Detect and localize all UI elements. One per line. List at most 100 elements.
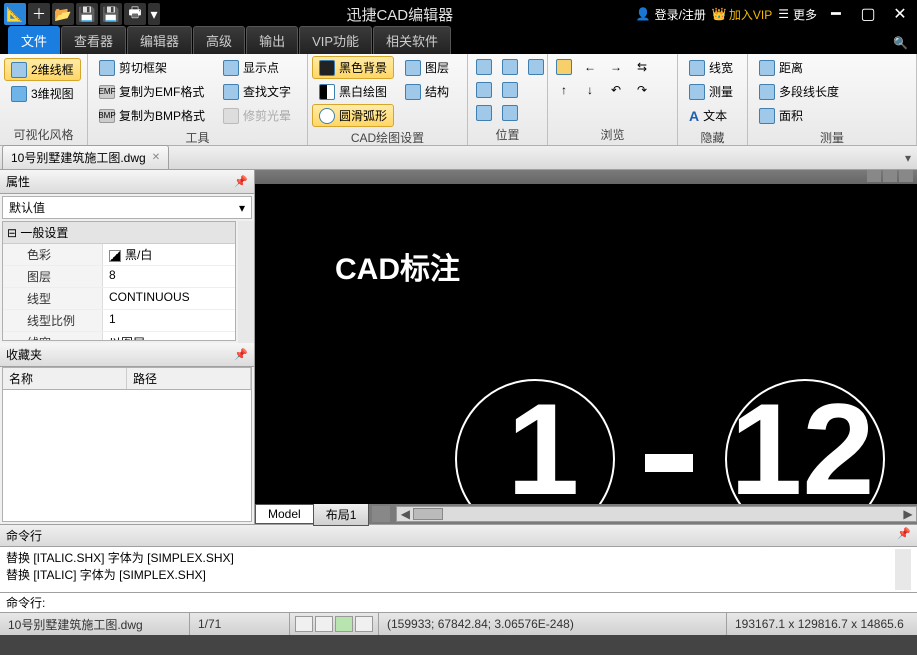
btn-distance[interactable]: 距离 bbox=[752, 56, 846, 79]
properties-table[interactable]: ⊟ 一般设置 色彩黑/白图层8线型CONTINUOUS线型比例1线宽以图层 bbox=[2, 221, 236, 341]
tab-file[interactable]: 文件 bbox=[8, 26, 60, 54]
print-icon[interactable]: 🖶 bbox=[124, 3, 146, 25]
btn-lineweight[interactable]: 线宽 bbox=[682, 56, 740, 79]
pos-btn-2[interactable] bbox=[498, 56, 522, 78]
maximize-button[interactable]: ▢ bbox=[855, 3, 881, 25]
btn-trim-halo[interactable]: 修剪光晕 bbox=[216, 104, 298, 127]
btn-find-text[interactable]: 查找文字 bbox=[216, 80, 298, 103]
pos-btn-1[interactable] bbox=[472, 56, 496, 78]
saveas-icon[interactable]: 💾 bbox=[100, 3, 122, 25]
canvas-min-icon[interactable] bbox=[867, 170, 881, 182]
command-log[interactable]: 替换 [ITALIC.SHX] 字体为 [SIMPLEX.SHX]替换 [ITA… bbox=[0, 547, 917, 593]
group-label-hide: 隐藏 bbox=[682, 127, 743, 148]
canvas-close-icon[interactable] bbox=[899, 170, 913, 182]
btn-smooth-arc[interactable]: 圆滑弧形 bbox=[312, 104, 394, 127]
pin-icon[interactable]: 📌 bbox=[234, 348, 248, 361]
new-icon[interactable]: ＋ bbox=[28, 3, 50, 25]
canvas-h-scrollbar[interactable]: ◀▶ bbox=[396, 506, 917, 522]
nav-btn-7[interactable]: ↶ bbox=[604, 79, 628, 101]
btn-copy-bmp[interactable]: BMP复制为BMP格式 bbox=[92, 104, 212, 127]
btn-2d-wireframe[interactable]: 2维线框 bbox=[4, 58, 81, 81]
nav-btn-5[interactable]: ↑ bbox=[552, 79, 576, 101]
properties-scrollbar[interactable] bbox=[238, 221, 254, 343]
text-icon: A bbox=[689, 108, 699, 124]
more-button[interactable]: ☰更多 bbox=[778, 6, 817, 23]
cmd-scrollbar[interactable] bbox=[895, 549, 911, 590]
properties-default-dropdown[interactable]: 默认值▾ bbox=[2, 196, 252, 219]
btn-polyline-length[interactable]: 多段线长度 bbox=[752, 80, 846, 103]
pos-btn-4[interactable] bbox=[472, 79, 496, 101]
pin-icon[interactable]: 📌 bbox=[897, 527, 911, 544]
mode-btn-3[interactable] bbox=[335, 616, 353, 632]
canvas-max-icon[interactable] bbox=[883, 170, 897, 182]
ribbon-tabs: 文件 查看器 编辑器 高级 输出 VIP功能 相关软件 🔍 bbox=[0, 28, 917, 54]
pos-btn-7[interactable] bbox=[498, 102, 522, 124]
clip-icon bbox=[99, 60, 115, 76]
pos-btn-6[interactable] bbox=[472, 102, 496, 124]
pos-icon bbox=[502, 59, 518, 75]
canvas-number-1: 1 bbox=[507, 384, 579, 504]
canvas-tab-model[interactable]: Model bbox=[255, 504, 314, 524]
btn-text-h[interactable]: A文本 bbox=[682, 104, 740, 127]
btn-copy-emf[interactable]: EMF复制为EMF格式 bbox=[92, 80, 212, 103]
minimize-button[interactable]: ━ bbox=[823, 3, 849, 25]
open-icon[interactable]: 📂 bbox=[52, 3, 74, 25]
mode-btn-2[interactable] bbox=[315, 616, 333, 632]
btn-layers[interactable]: 图层 bbox=[398, 56, 456, 79]
pos-btn-3[interactable] bbox=[524, 56, 548, 78]
command-input[interactable] bbox=[45, 596, 911, 610]
tab-viewer[interactable]: 查看器 bbox=[61, 26, 126, 54]
3d-icon bbox=[11, 86, 27, 102]
drawing-canvas[interactable]: CAD标注 1 12 bbox=[255, 184, 917, 504]
btn-structure[interactable]: 结构 bbox=[398, 80, 456, 103]
tab-related[interactable]: 相关软件 bbox=[373, 26, 451, 54]
btn-3d-view[interactable]: 3维视图 bbox=[4, 82, 81, 105]
tab-advanced[interactable]: 高级 bbox=[193, 26, 245, 54]
tab-editor[interactable]: 编辑器 bbox=[127, 26, 192, 54]
tab-vip[interactable]: VIP功能 bbox=[299, 26, 372, 54]
property-row[interactable]: 线宽以图层 bbox=[3, 332, 235, 341]
lw-icon bbox=[689, 60, 705, 76]
group-label-measure: 测量 bbox=[752, 127, 912, 148]
favorites-list[interactable] bbox=[2, 389, 252, 522]
canvas-tab-layout1[interactable]: 布局1 bbox=[313, 503, 370, 526]
nav-btn-6[interactable]: ↓ bbox=[578, 79, 602, 101]
app-logo-icon[interactable]: 📐 bbox=[4, 3, 26, 25]
login-button[interactable]: 👤登录/注册 bbox=[636, 6, 706, 23]
canvas-tab-dropdown-icon[interactable] bbox=[372, 506, 390, 522]
mode-btn-1[interactable] bbox=[295, 616, 313, 632]
doc-tab-close-icon[interactable]: ✕ bbox=[152, 152, 160, 163]
property-row[interactable]: 色彩黑/白 bbox=[3, 244, 235, 266]
vip-button[interactable]: 👑加入VIP bbox=[712, 6, 772, 23]
mode-btn-4[interactable] bbox=[355, 616, 373, 632]
document-tab[interactable]: 10号别墅建筑施工图.dwg ✕ bbox=[2, 145, 169, 170]
tab-output[interactable]: 输出 bbox=[246, 26, 298, 54]
btn-measure-h[interactable]: 测量 bbox=[682, 80, 740, 103]
nav-btn-4[interactable]: ⇆ bbox=[630, 56, 654, 78]
property-row[interactable]: 图层8 bbox=[3, 266, 235, 288]
pos-btn-5[interactable] bbox=[498, 79, 522, 101]
doc-tab-label: 10号别墅建筑施工图.dwg bbox=[11, 149, 146, 166]
qat-dropdown-icon[interactable]: ▾ bbox=[148, 3, 160, 25]
btn-clip-frame[interactable]: 剪切框架 bbox=[92, 56, 212, 79]
nav-btn-1[interactable] bbox=[552, 56, 576, 78]
btn-area[interactable]: 面积 bbox=[752, 104, 846, 127]
close-button[interactable]: ✕ bbox=[887, 3, 913, 25]
search-icon[interactable]: 🔍 bbox=[893, 36, 911, 54]
btn-bw-draw[interactable]: 黑白绘图 bbox=[312, 80, 394, 103]
prop-section-general[interactable]: ⊟ 一般设置 bbox=[3, 222, 235, 244]
btn-show-points[interactable]: 显示点 bbox=[216, 56, 298, 79]
nav-btn-3[interactable]: → bbox=[604, 56, 628, 78]
ribbon: 2维线框 3维视图 可视化风格 剪切框架 EMF复制为EMF格式 BMP复制为B… bbox=[0, 54, 917, 146]
doc-tabs-dropdown-icon[interactable]: ▾ bbox=[899, 151, 917, 165]
property-row[interactable]: 线型CONTINUOUS bbox=[3, 288, 235, 310]
quick-access-toolbar: 📐 ＋ 📂 💾 💾 🖶 ▾ bbox=[0, 3, 164, 25]
save-icon[interactable]: 💾 bbox=[76, 3, 98, 25]
nav-btn-8[interactable]: ↷ bbox=[630, 79, 654, 101]
user-icon: 👤 bbox=[636, 7, 651, 21]
nav-btn-2[interactable]: ← bbox=[578, 56, 602, 78]
pin-icon[interactable]: 📌 bbox=[234, 175, 248, 188]
property-row[interactable]: 线型比例1 bbox=[3, 310, 235, 332]
btn-black-bg[interactable]: 黑色背景 bbox=[312, 56, 394, 79]
fav-col-name: 名称 bbox=[3, 368, 127, 389]
